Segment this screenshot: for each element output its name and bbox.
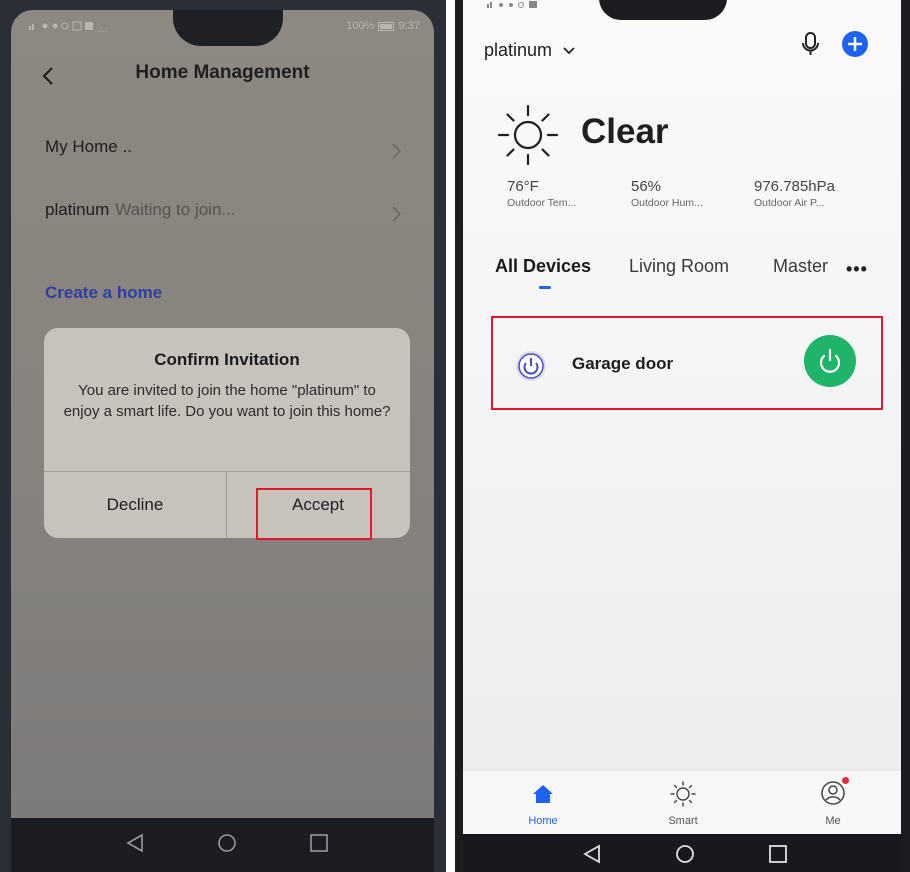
sun-icon [497, 104, 559, 166]
create-home-link[interactable]: Create a home [45, 283, 162, 303]
status-icons [487, 1, 537, 8]
power-device-icon [516, 351, 546, 381]
status-time: 9:37 [398, 20, 420, 32]
device-power-button[interactable] [804, 335, 856, 387]
home-name: platinum [45, 200, 110, 219]
more-tabs-button[interactable]: ••• [846, 259, 868, 280]
outdoor-humidity: 56% Outdoor Hum... [631, 178, 703, 209]
chevron-right-icon [392, 143, 402, 159]
metric-value: 976.785hPa [754, 178, 835, 195]
dialog-title: Confirm Invitation [154, 350, 300, 369]
notch [599, 0, 727, 20]
home-circle-icon[interactable] [674, 843, 696, 865]
tab-living-room[interactable]: Living Room [629, 256, 729, 277]
home-name: My Home .. [45, 137, 132, 156]
left-phone-screenshot: … 100% 9:37 Home Management My Home .. p… [0, 0, 446, 872]
sun-icon [670, 781, 696, 807]
nav-me[interactable]: Me [793, 771, 873, 834]
metric-label: Outdoor Tem... [507, 197, 577, 209]
metric-label: Outdoor Hum... [631, 197, 703, 209]
accept-highlight-box [256, 488, 372, 540]
left-screen: … 100% 9:37 Home Management My Home .. p… [11, 10, 434, 818]
nav-label: Smart [668, 815, 698, 827]
right-phone-screenshot: platinum Clear 76°F Outdoor Tem... 56% O… [455, 0, 910, 872]
home-status: Waiting to join... [115, 200, 236, 219]
signal-icon [29, 21, 93, 31]
status-icons: … [29, 20, 109, 35]
battery-icon [377, 21, 394, 31]
decline-button[interactable]: Decline [44, 471, 226, 538]
nav-smart[interactable]: Smart [643, 771, 723, 834]
home-selector[interactable]: platinum [484, 40, 575, 61]
home-icon [533, 785, 553, 803]
tab-all-devices[interactable]: All Devices [495, 256, 591, 277]
add-device-button[interactable] [841, 30, 869, 58]
back-triangle-icon[interactable] [124, 832, 146, 854]
device-name: Garage door [572, 354, 674, 373]
status-bar: … 100% 9:37 [29, 20, 420, 38]
microphone-icon[interactable] [799, 30, 823, 58]
outdoor-air-pressure: 976.785hPa Outdoor Air P... [754, 178, 835, 209]
chevron-right-icon [392, 206, 402, 222]
home-row-my-home[interactable]: My Home .. [45, 137, 414, 167]
nav-label: Home [528, 815, 558, 827]
bottom-nav: Home Smart Me [463, 770, 901, 834]
chevron-down-icon [563, 47, 575, 55]
battery-text: 100% [346, 20, 375, 32]
outdoor-temperature: 76°F Outdoor Tem... [507, 178, 576, 209]
tab-master[interactable]: Master [773, 256, 828, 277]
metric-label: Outdoor Air P... [754, 197, 825, 209]
back-triangle-icon[interactable] [581, 843, 603, 865]
metric-value: 76°F [507, 178, 539, 195]
android-nav-bar [11, 818, 434, 872]
recents-square-icon[interactable] [767, 843, 789, 865]
home-circle-icon[interactable] [216, 832, 238, 854]
home-row-platinum[interactable]: platinum Waiting to join... [45, 200, 414, 230]
status-right: 100% 9:37 [346, 20, 420, 32]
status-more: … [97, 23, 110, 35]
power-icon [819, 348, 841, 373]
home-selector-label: platinum [484, 40, 553, 60]
nav-label: Me [825, 815, 841, 827]
android-nav-bar [463, 834, 901, 872]
dialog-message: You are invited to join the home "platin… [63, 382, 391, 420]
weather-condition: Clear [581, 112, 669, 151]
nav-home[interactable]: Home [503, 771, 583, 834]
page-title: Home Management [135, 62, 310, 83]
recents-square-icon[interactable] [308, 832, 330, 854]
right-screen: platinum Clear 76°F Outdoor Tem... 56% O… [463, 0, 901, 834]
metric-value: 56% [631, 178, 662, 195]
notification-dot [842, 777, 849, 784]
active-tab-indicator [539, 286, 551, 289]
